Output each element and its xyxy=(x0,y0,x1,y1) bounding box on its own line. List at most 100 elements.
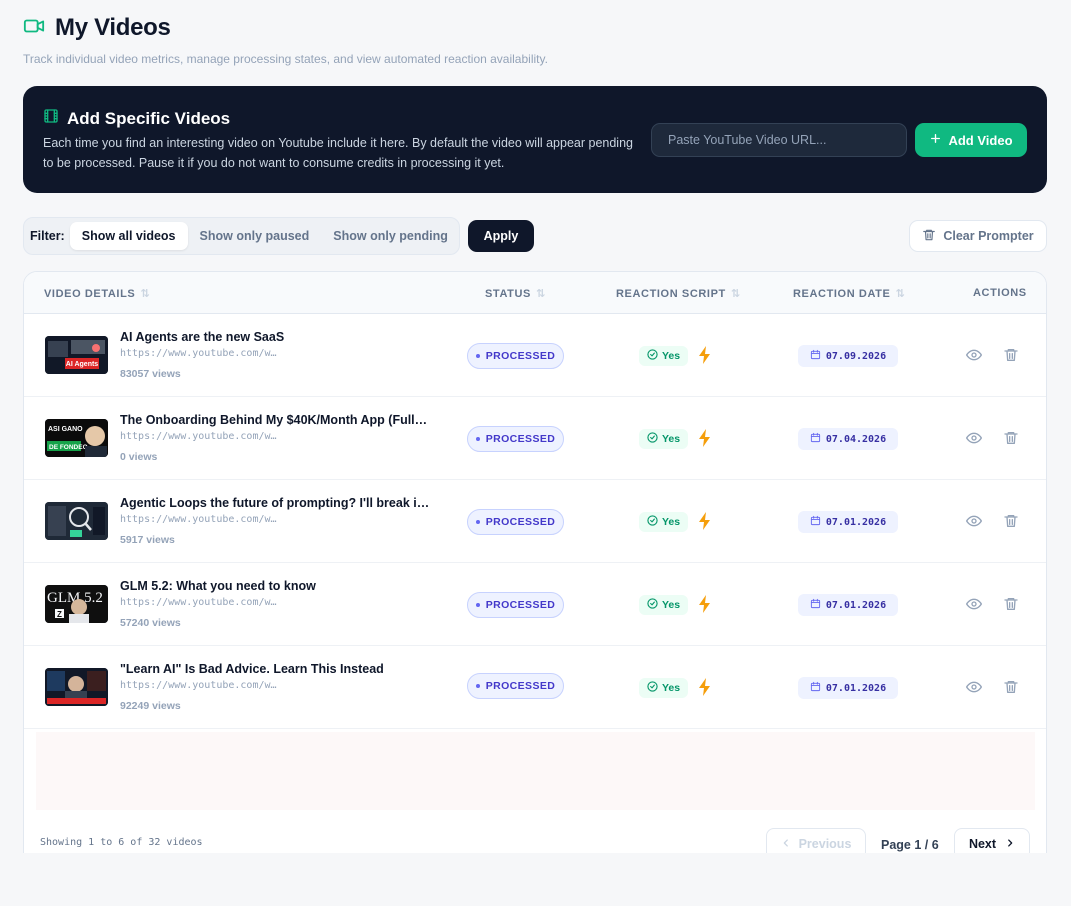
video-views: 83057 views xyxy=(120,368,181,380)
view-icon[interactable] xyxy=(965,347,983,368)
reaction-script-badge: Yes xyxy=(639,678,688,698)
previous-label: Previous xyxy=(798,837,852,851)
video-url[interactable]: https://www.youtube.com/w… xyxy=(120,348,277,359)
reaction-script-text: Yes xyxy=(661,599,681,611)
reaction-script-badge: Yes xyxy=(639,595,688,615)
table-row[interactable]: ASI GANO DE FONDEO The Onboarding Behind … xyxy=(24,397,1046,480)
thumbnail-glm[interactable]: GLM 5.2 Z xyxy=(45,585,108,623)
trash-icon xyxy=(922,228,936,245)
filter-tab-paused[interactable]: Show only paused xyxy=(188,222,322,250)
thumbnail-learn-ai[interactable] xyxy=(45,668,108,706)
add-video-label: Add Video xyxy=(948,132,1013,148)
add-panel-title: Add Specific Videos xyxy=(43,108,230,129)
calendar-icon xyxy=(810,598,821,612)
thumbnail-agentic-loops[interactable] xyxy=(45,502,108,540)
calendar-icon xyxy=(810,515,821,529)
lightning-icon[interactable] xyxy=(698,512,712,535)
thumbnail-ai-agents[interactable]: AI Agents xyxy=(45,336,108,374)
add-video-button[interactable]: Add Video xyxy=(915,123,1027,157)
check-circle-icon xyxy=(647,681,658,695)
video-title[interactable]: The Onboarding Behind My $40K/Month App … xyxy=(120,413,430,427)
delete-icon[interactable] xyxy=(1003,595,1019,618)
table-row[interactable]: "Learn AI" Is Bad Advice. Learn This Ins… xyxy=(24,646,1046,729)
sort-icon: ⇅ xyxy=(535,288,546,300)
video-views: 57240 views xyxy=(120,617,181,629)
table-row[interactable]: AI Agents AI Agents are the new SaaS htt… xyxy=(24,314,1046,397)
delete-icon[interactable] xyxy=(1003,346,1019,369)
view-icon[interactable] xyxy=(965,430,983,451)
filter-tab-all[interactable]: Show all videos xyxy=(69,222,188,250)
page-subtitle: Track individual video metrics, manage p… xyxy=(23,52,548,66)
video-url[interactable]: https://www.youtube.com/w… xyxy=(120,514,277,525)
status-dot xyxy=(475,437,480,441)
delete-icon[interactable] xyxy=(1003,429,1019,452)
video-title[interactable]: "Learn AI" Is Bad Advice. Learn This Ins… xyxy=(120,662,430,676)
plus-icon xyxy=(929,132,942,148)
youtube-url-input[interactable] xyxy=(651,123,907,157)
view-icon[interactable] xyxy=(965,596,983,617)
status-text: PROCESSED xyxy=(485,680,556,692)
pagination-summary: Showing 1 to 6 of 32 videos xyxy=(40,837,203,848)
chevron-left-icon xyxy=(781,837,791,851)
reaction-date-text: 07.04.2026 xyxy=(825,433,887,445)
column-video-details[interactable]: VIDEO DETAILS ⇅ xyxy=(44,287,151,301)
clear-prompter-button[interactable]: Clear Prompter xyxy=(909,220,1047,252)
column-reaction-date[interactable]: REACTION DATE ⇅ xyxy=(793,287,906,301)
video-title[interactable]: Agentic Loops the future of prompting? I… xyxy=(120,496,430,510)
calendar-icon xyxy=(810,681,821,695)
reaction-date-badge: 07.09.2026 xyxy=(798,345,898,367)
chevron-right-icon xyxy=(1005,837,1015,851)
page-indicator: Page 1 / 6 xyxy=(881,838,939,852)
thumbnail-text: DE FONDEO xyxy=(49,444,88,451)
reaction-date-text: 07.01.2026 xyxy=(825,516,887,528)
lightning-icon[interactable] xyxy=(698,678,712,701)
table-row[interactable]: GLM 5.2 Z GLM 5.2: What you need to know … xyxy=(24,563,1046,646)
video-url[interactable]: https://www.youtube.com/w… xyxy=(120,597,277,608)
table-row[interactable]: Agentic Loops the future of prompting? I… xyxy=(24,480,1046,563)
video-views: 92249 views xyxy=(120,700,181,712)
status-text: PROCESSED xyxy=(485,350,556,362)
column-status[interactable]: STATUS ⇅ xyxy=(485,287,546,301)
filter-tab-pending[interactable]: Show only pending xyxy=(321,222,460,250)
sort-icon: ⇅ xyxy=(140,288,151,300)
video-title[interactable]: GLM 5.2: What you need to know xyxy=(120,579,430,593)
reaction-script-badge: Yes xyxy=(639,429,688,449)
add-panel-description: Each time you find an interesting video … xyxy=(43,136,633,170)
reaction-script-text: Yes xyxy=(661,682,681,694)
view-icon[interactable] xyxy=(965,513,983,534)
view-icon[interactable] xyxy=(965,679,983,700)
status-dot xyxy=(475,354,480,358)
delete-icon[interactable] xyxy=(1003,678,1019,701)
table-header: VIDEO DETAILS ⇅ STATUS ⇅ REACTION SCRIPT ⇅ … xyxy=(24,272,1046,314)
video-camera-icon xyxy=(23,15,45,42)
video-url[interactable]: https://www.youtube.com/w… xyxy=(120,431,277,442)
reaction-date-badge: 07.01.2026 xyxy=(798,511,898,533)
lightning-icon[interactable] xyxy=(698,429,712,452)
next-label: Next xyxy=(968,837,997,851)
column-label: ACTIONS xyxy=(973,287,1027,299)
check-circle-icon xyxy=(647,349,658,363)
status-text: PROCESSED xyxy=(485,433,556,445)
delete-icon[interactable] xyxy=(1003,512,1019,535)
status-badge: PROCESSED xyxy=(467,592,564,618)
film-icon xyxy=(43,108,59,129)
sort-icon: ⇅ xyxy=(895,288,906,300)
reaction-date-text: 07.01.2026 xyxy=(825,599,887,611)
status-dot xyxy=(475,684,480,688)
video-url[interactable]: https://www.youtube.com/w… xyxy=(120,680,277,691)
video-views: 5917 views xyxy=(120,534,175,546)
video-title[interactable]: AI Agents are the new SaaS xyxy=(120,330,430,344)
thumbnail-text: Z xyxy=(57,610,62,619)
apply-button[interactable]: Apply xyxy=(468,220,534,252)
thumbnail-text: ASI GANO xyxy=(48,426,83,433)
thumbnail-text: AI Agents xyxy=(66,361,99,368)
check-circle-icon xyxy=(647,598,658,612)
column-reaction-script[interactable]: REACTION SCRIPT ⇅ xyxy=(616,287,741,301)
lightning-icon[interactable] xyxy=(698,346,712,369)
thumbnail-onboarding[interactable]: ASI GANO DE FONDEO xyxy=(45,419,108,457)
column-label: STATUS xyxy=(485,287,531,300)
check-circle-icon xyxy=(647,515,658,529)
page-bottom-area xyxy=(0,853,1071,906)
column-actions: ACTIONS xyxy=(973,287,1027,299)
lightning-icon[interactable] xyxy=(698,595,712,618)
